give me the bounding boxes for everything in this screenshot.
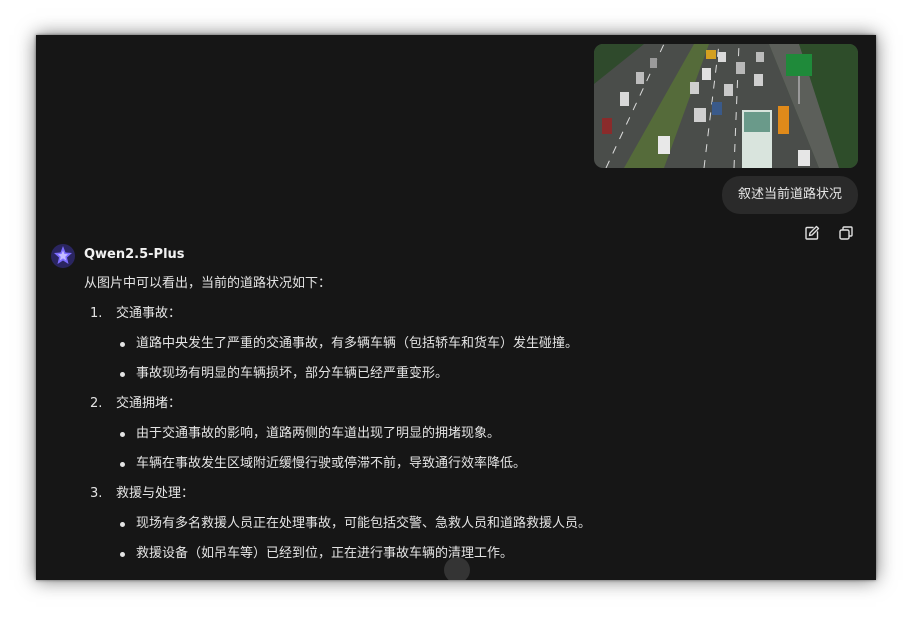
bullet-item: 道路中央发生了严重的交通事故，有多辆车辆（包括轿车和货车）发生碰撞。 bbox=[110, 334, 844, 354]
point-number: 1. bbox=[90, 306, 103, 321]
scroll-to-bottom-button[interactable] bbox=[444, 557, 470, 580]
bullet-item: 救援设备（如吊车等）已经到位，正在进行事故车辆的清理工作。 bbox=[110, 544, 844, 564]
answer-intro: 从图片中可以看出，当前的道路状况如下： bbox=[84, 276, 332, 291]
point-bullets: 道路中央发生了严重的交通事故，有多辆车辆（包括轿车和货车）发生碰撞。 事故现场有… bbox=[84, 334, 844, 384]
point-title-text: 交通拥堵： bbox=[116, 396, 182, 411]
point-number: 2. bbox=[90, 396, 103, 411]
point-bullets: 现场有多名救援人员正在处理事故，可能包括交警、急救人员和道路救援人员。 救援设备… bbox=[84, 514, 844, 564]
bot-answer: 从图片中可以看出，当前的道路状况如下： 1. 交通事故： 道路中央发生了严重的交… bbox=[84, 274, 844, 574]
point-title: 1. 交通事故： bbox=[90, 304, 844, 324]
point-title-text: 交通事故： bbox=[116, 306, 182, 321]
answer-point: 3. 救援与处理： 现场有多名救援人员正在处理事故，可能包括交警、急救人员和道路… bbox=[84, 484, 844, 564]
copy-icon[interactable] bbox=[838, 225, 854, 241]
chat-window: 叙述当前道路状况 Qwen2.5-Plus 从图片中可以看出，当前的道路状况如下… bbox=[36, 35, 876, 580]
user-message-bubble: 叙述当前道路状况 bbox=[721, 176, 858, 214]
uploaded-image[interactable] bbox=[594, 44, 858, 168]
qwen-logo-icon bbox=[51, 244, 75, 268]
point-title-text: 救援与处理： bbox=[116, 486, 195, 501]
message-actions bbox=[804, 225, 854, 241]
bullet-item: 车辆在事故发生区域附近缓慢行驶或停滞不前，导致通行效率降低。 bbox=[110, 454, 844, 474]
point-title: 2. 交通拥堵： bbox=[90, 394, 844, 414]
bot-name: Qwen2.5-Plus bbox=[84, 247, 185, 262]
bullet-item: 由于交通事故的影响，道路两侧的车道出现了明显的拥堵现象。 bbox=[110, 424, 844, 444]
answer-points: 1. 交通事故： 道路中央发生了严重的交通事故，有多辆车辆（包括轿车和货车）发生… bbox=[84, 304, 844, 564]
answer-point: 1. 交通事故： 道路中央发生了严重的交通事故，有多辆车辆（包括轿车和货车）发生… bbox=[84, 304, 844, 384]
highway-accident-photo bbox=[594, 44, 858, 168]
point-title: 3. 救援与处理： bbox=[90, 484, 844, 504]
bullet-item: 事故现场有明显的车辆损坏，部分车辆已经严重变形。 bbox=[110, 364, 844, 384]
bullet-item: 现场有多名救援人员正在处理事故，可能包括交警、急救人员和道路救援人员。 bbox=[110, 514, 844, 534]
answer-point: 2. 交通拥堵： 由于交通事故的影响，道路两侧的车道出现了明显的拥堵现象。 车辆… bbox=[84, 394, 844, 474]
point-bullets: 由于交通事故的影响，道路两侧的车道出现了明显的拥堵现象。 车辆在事故发生区域附近… bbox=[84, 424, 844, 474]
edit-icon[interactable] bbox=[804, 225, 820, 241]
point-number: 3. bbox=[90, 486, 103, 501]
